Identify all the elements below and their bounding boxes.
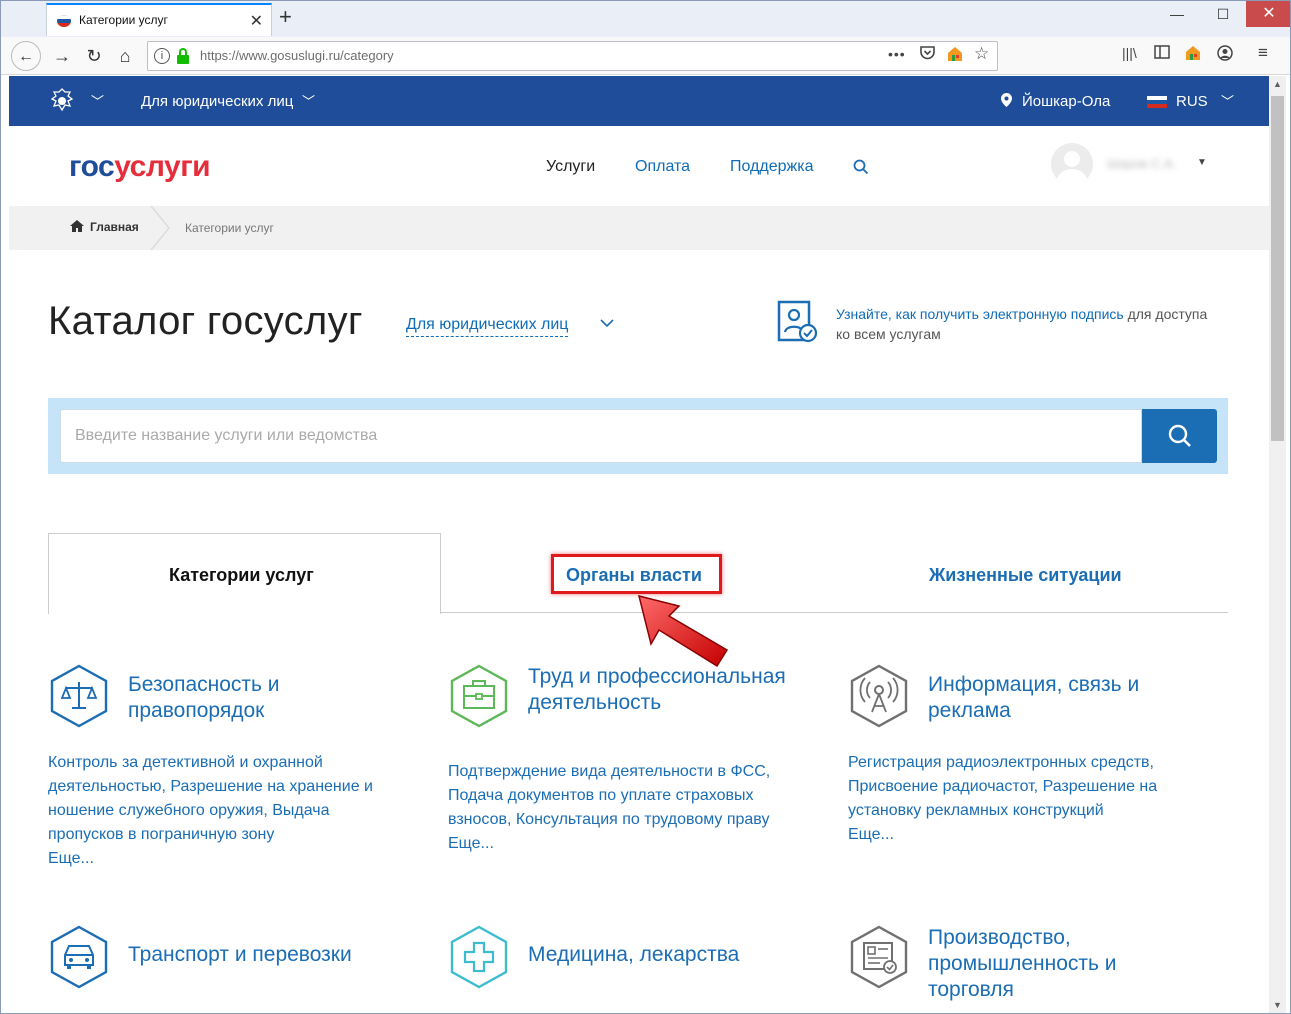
category-links[interactable]: Подтверждение вида деятельности в ФСС, П… bbox=[448, 763, 770, 828]
search-input[interactable] bbox=[60, 409, 1142, 463]
sidebar-icon[interactable] bbox=[1154, 45, 1170, 63]
more-icon[interactable]: ••• bbox=[888, 46, 906, 62]
logo-part-gos: гос bbox=[69, 150, 115, 183]
maximize-icon[interactable]: ☐ bbox=[1200, 1, 1246, 27]
page-title: Каталог госуслуг bbox=[48, 299, 363, 343]
user-avatar[interactable] bbox=[1051, 143, 1093, 185]
category-description: Контроль за детективной и охранной деяте… bbox=[48, 751, 393, 871]
scales-icon bbox=[50, 664, 108, 728]
audience-chevron-down-icon[interactable]: ﹀ bbox=[302, 91, 315, 110]
reload-icon[interactable]: ↻ bbox=[79, 41, 109, 71]
url-text[interactable]: https://www.gosuslugi.ru/category bbox=[200, 48, 394, 63]
address-bar[interactable]: i https://www.gosuslugi.ru/category ••• … bbox=[147, 41, 998, 71]
category-description: Регистрация радиоэлектронных средств, Пр… bbox=[848, 751, 1193, 847]
lock-icon[interactable] bbox=[177, 48, 189, 64]
medical-cross-icon bbox=[450, 925, 508, 989]
briefcase-icon bbox=[450, 664, 508, 728]
audience-switch[interactable]: Для юридических лиц bbox=[141, 93, 293, 110]
browser-navbar: ← → ↻ ⌂ i https://www.gosuslugi.ru/categ… bbox=[1, 37, 1290, 75]
category-title[interactable]: Медицина, лекарства bbox=[528, 942, 808, 968]
library-icon[interactable]: |||\ bbox=[1122, 45, 1137, 61]
extension-icon[interactable] bbox=[947, 46, 963, 65]
browser-tab[interactable]: Категории услуг ✕ bbox=[46, 3, 272, 36]
search-button[interactable] bbox=[1142, 409, 1217, 463]
location-pin-icon bbox=[1001, 93, 1012, 107]
account-icon[interactable] bbox=[1217, 45, 1233, 65]
close-tab-icon[interactable]: ✕ bbox=[250, 11, 263, 31]
logo-part-uslugi: услуги bbox=[114, 150, 211, 183]
search-icon bbox=[1168, 424, 1191, 447]
language-chevron-down-icon[interactable]: ﹀ bbox=[1221, 91, 1234, 110]
audience-dropdown-chevron-icon[interactable] bbox=[599, 317, 615, 329]
browser-window: Категории услуг ✕ + — ☐ ✕ ← → ↻ ⌂ i http… bbox=[0, 0, 1291, 1014]
antenna-icon bbox=[850, 664, 908, 728]
category-links[interactable]: Регистрация радиоэлектронных средств, Пр… bbox=[848, 754, 1157, 819]
new-tab-icon[interactable]: + bbox=[279, 4, 292, 30]
certificate-icon bbox=[850, 925, 908, 989]
signature-hint-text-1: для доступа bbox=[1123, 306, 1208, 322]
category-title[interactable]: Транспорт и перевозки bbox=[128, 942, 408, 968]
scrollbar-thumb[interactable] bbox=[1271, 96, 1284, 441]
breadcrumb-home-label: Главная bbox=[90, 220, 139, 234]
menu-payment[interactable]: Оплата bbox=[635, 158, 690, 176]
bookmark-star-icon[interactable]: ☆ bbox=[974, 44, 989, 64]
menu-services[interactable]: Услуги bbox=[546, 158, 595, 176]
gosuslugi-logo[interactable]: госуслуги bbox=[69, 150, 211, 184]
menu-support[interactable]: Поддержка bbox=[730, 158, 813, 176]
russia-flag-icon bbox=[1147, 96, 1167, 108]
digital-signature-icon bbox=[777, 300, 818, 343]
breadcrumb-separator bbox=[150, 206, 170, 250]
signature-hint: Узнайте, как получить электронную подпис… bbox=[836, 304, 1236, 344]
breadcrumb-home[interactable]: Главная bbox=[70, 220, 139, 234]
breadcrumb: Главная Категории услуг bbox=[9, 206, 1269, 250]
close-window-icon[interactable]: ✕ bbox=[1246, 1, 1290, 27]
scroll-up-icon[interactable]: ▲ bbox=[1269, 76, 1286, 93]
breadcrumb-current: Категории услуг bbox=[185, 221, 274, 235]
user-caret-down-icon[interactable]: ▼ bbox=[1197, 157, 1207, 168]
tab-title: Категории услуг bbox=[79, 13, 168, 27]
category-title[interactable]: Информация, связь и реклама bbox=[928, 672, 1208, 724]
search-icon[interactable] bbox=[853, 159, 869, 175]
pocket-icon[interactable] bbox=[920, 46, 935, 63]
extension-home-icon[interactable] bbox=[1185, 45, 1201, 65]
emblem-chevron-down-icon[interactable]: ﹀ bbox=[91, 91, 104, 110]
signature-link[interactable]: Узнайте, как получить электронную подпис… bbox=[836, 306, 1124, 322]
forward-icon[interactable]: → bbox=[47, 41, 77, 71]
top-bar: ﹀ Для юридических лиц ﹀ Йошкар-Ола RUS ﹀ bbox=[9, 76, 1269, 126]
vertical-scrollbar[interactable]: ▲ ▼ bbox=[1269, 76, 1286, 1013]
page-viewport: ﹀ Для юридических лиц ﹀ Йошкар-Ола RUS ﹀… bbox=[9, 76, 1269, 1013]
audience-dropdown[interactable]: Для юридических лиц bbox=[406, 316, 569, 337]
minimize-icon[interactable]: — bbox=[1154, 1, 1200, 27]
category-more-link[interactable]: Еще... bbox=[848, 823, 1193, 847]
category-description: Подтверждение вида деятельности в ФСС, П… bbox=[448, 760, 793, 856]
coat-of-arms-icon[interactable] bbox=[47, 86, 77, 116]
car-icon bbox=[50, 925, 108, 989]
home-icon[interactable]: ⌂ bbox=[110, 41, 140, 71]
category-title[interactable]: Производство, промышленность и торговля bbox=[928, 925, 1208, 1003]
site-header: госуслуги Услуги Оплата Поддержка Шаров … bbox=[9, 126, 1269, 206]
house-icon bbox=[70, 220, 84, 232]
menu-icon[interactable]: ≡ bbox=[1258, 43, 1268, 63]
language-selector[interactable]: RUS bbox=[1176, 93, 1208, 110]
russia-flag-icon bbox=[57, 15, 71, 27]
red-arrow-icon bbox=[637, 594, 729, 668]
category-more-link[interactable]: Еще... bbox=[448, 832, 793, 856]
back-icon[interactable]: ← bbox=[11, 41, 41, 71]
tab-life-situations[interactable]: Жизненные ситуации bbox=[929, 565, 1122, 586]
tab-categories-label[interactable]: Категории услуг bbox=[169, 565, 314, 586]
category-more-link[interactable]: Еще... bbox=[48, 847, 393, 871]
info-icon[interactable]: i bbox=[154, 48, 170, 64]
catalog-search bbox=[48, 398, 1228, 474]
user-name[interactable]: Шаров С.А. bbox=[1107, 156, 1176, 171]
scroll-down-icon[interactable]: ▼ bbox=[1269, 997, 1286, 1013]
city-selector[interactable]: Йошкар-Ола bbox=[1022, 93, 1110, 110]
browser-titlebar: Категории услуг ✕ + — ☐ ✕ bbox=[1, 1, 1290, 37]
tabs-divider bbox=[440, 612, 1228, 613]
category-links[interactable]: Контроль за детективной и охранной деяте… bbox=[48, 754, 373, 843]
category-title[interactable]: Труд и профессиональная деятельность bbox=[528, 664, 808, 716]
highlight-box bbox=[551, 554, 722, 594]
signature-hint-text-2: ко всем услугам bbox=[836, 326, 941, 342]
category-title[interactable]: Безопасность и правопорядок bbox=[128, 672, 408, 724]
